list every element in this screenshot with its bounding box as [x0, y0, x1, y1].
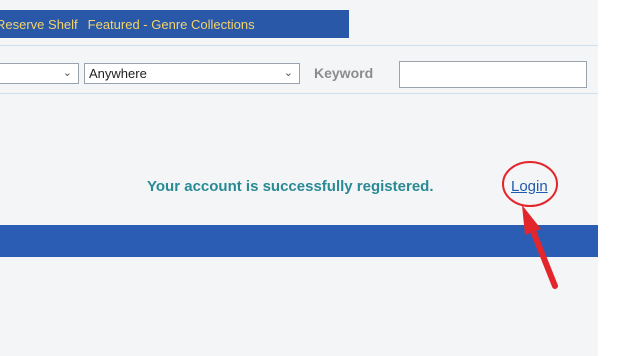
nav-link-reserve-shelf[interactable]: Reserve Shelf: [0, 17, 78, 32]
search-field-select[interactable]: ⌄: [0, 63, 79, 84]
chevron-down-icon: ⌄: [62, 67, 72, 79]
success-message: Your account is successfully registered.: [147, 178, 434, 195]
login-link[interactable]: Login: [511, 178, 548, 195]
search-bar: ⌄ Anywhere ⌄ Keyword: [0, 45, 598, 94]
keyword-input[interactable]: [399, 61, 587, 88]
top-nav: Reserve Shelf Featured - Genre Collectio…: [0, 10, 349, 38]
page-panel: Reserve Shelf Featured - Genre Collectio…: [0, 0, 598, 356]
search-scope-select[interactable]: Anywhere ⌄: [84, 63, 300, 84]
nav-link-featured-genre-collections[interactable]: Featured - Genre Collections: [88, 17, 255, 32]
search-scope-select-value: Anywhere: [89, 66, 147, 81]
blue-divider-bar: [0, 225, 598, 257]
keyword-label: Keyword: [314, 65, 374, 81]
chevron-down-icon: ⌄: [283, 67, 293, 79]
